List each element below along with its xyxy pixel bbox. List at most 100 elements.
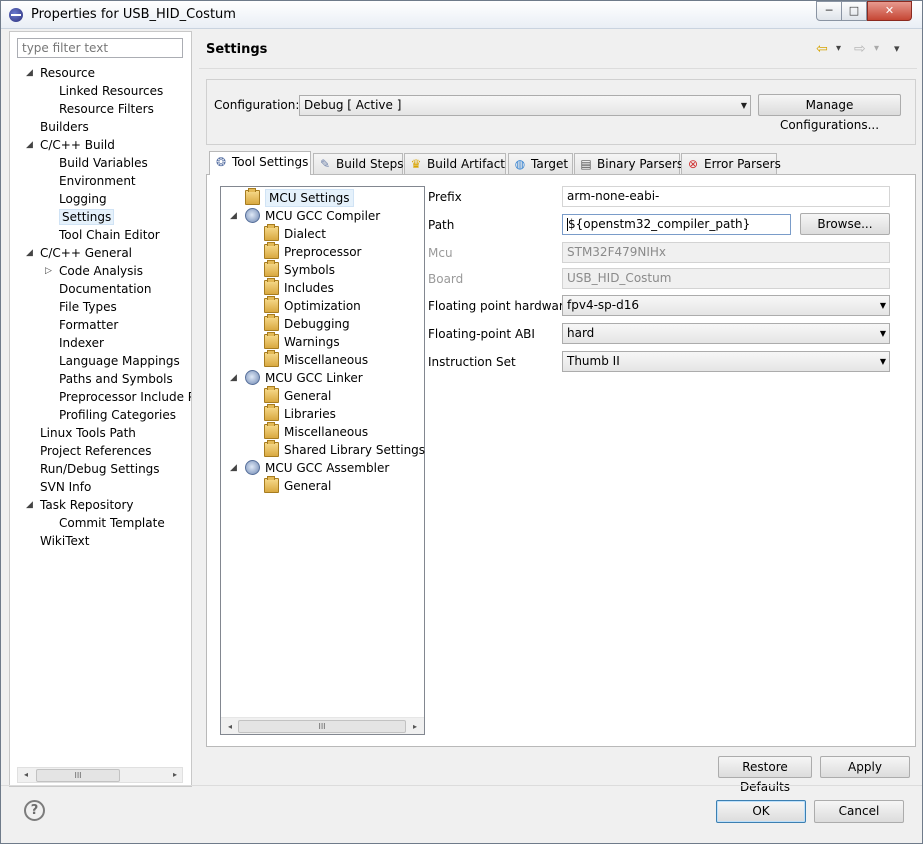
- nav-item[interactable]: Builders: [40, 118, 89, 136]
- nav-horizontal-scrollbar[interactable]: ◂ III ▸: [17, 767, 183, 783]
- tree-item[interactable]: Debugging: [221, 314, 421, 333]
- nav-item[interactable]: Preprocessor Include Pa: [59, 388, 191, 406]
- maximize-button[interactable]: □: [841, 1, 867, 21]
- tree-item-label: Debugging: [284, 317, 350, 331]
- manage-configurations-button[interactable]: Manage Configurations...: [758, 94, 901, 132]
- view-menu-icon[interactable]: ▾: [894, 41, 900, 57]
- ok-button[interactable]: OK: [716, 800, 806, 823]
- tree-item[interactable]: ◢ MCU GCC Linker: [221, 369, 421, 387]
- apply-button[interactable]: Apply: [820, 756, 910, 778]
- collapse-icon[interactable]: ◢: [230, 459, 240, 477]
- instruction-set-label: Instruction Set: [428, 355, 516, 369]
- expand-icon[interactable]: ▷: [45, 262, 55, 280]
- filter-input[interactable]: type filter text: [17, 38, 183, 58]
- forward-arrow-icon[interactable]: ⇨: [854, 41, 866, 57]
- tree-item[interactable]: General: [221, 386, 421, 405]
- nav-item-label: Builders: [40, 120, 89, 134]
- nav-item[interactable]: Profiling Categories: [59, 406, 176, 424]
- collapse-icon[interactable]: ◢: [26, 496, 36, 514]
- nav-item[interactable]: Project References: [40, 442, 152, 460]
- scroll-right-icon[interactable]: ▸: [408, 720, 422, 734]
- forward-menu-icon[interactable]: ▾: [874, 41, 879, 57]
- browse-button[interactable]: Browse...: [800, 213, 890, 235]
- back-arrow-icon[interactable]: ⇦: [816, 41, 828, 57]
- tree-item[interactable]: Miscellaneous: [221, 422, 421, 441]
- help-icon[interactable]: ?: [24, 800, 45, 821]
- tab-target[interactable]: ◍ Target: [508, 153, 573, 174]
- back-menu-icon[interactable]: ▾: [836, 41, 841, 57]
- nav-item[interactable]: Commit Template: [59, 514, 165, 532]
- nav-item[interactable]: Run/Debug Settings: [40, 460, 160, 478]
- tree-item[interactable]: Includes: [221, 278, 421, 297]
- nav-item[interactable]: Linked Resources: [59, 82, 163, 100]
- floating-point-abi-select[interactable]: hard ▼: [562, 323, 890, 344]
- tree-item[interactable]: Dialect: [221, 224, 421, 243]
- tree-item[interactable]: MCU Settings: [221, 188, 421, 207]
- minimize-button[interactable]: ─: [816, 1, 842, 21]
- collapse-icon[interactable]: ◢: [26, 244, 36, 262]
- nav-item[interactable]: Indexer: [59, 334, 104, 352]
- configuration-select[interactable]: Debug [ Active ] ▼: [299, 95, 751, 116]
- history-nav: ⇦ ▾ ⇨ ▾ ▾: [816, 41, 916, 59]
- nav-item-label: Resource Filters: [59, 102, 154, 116]
- nav-item[interactable]: Language Mappings: [59, 352, 180, 370]
- nav-item[interactable]: ◢ C/C++ Build: [26, 136, 115, 154]
- nav-item[interactable]: SVN Info: [40, 478, 91, 496]
- collapse-icon[interactable]: ◢: [26, 136, 36, 154]
- nav-item-label: SVN Info: [40, 480, 92, 494]
- title-bar[interactable]: Properties for USB_HID_Costum ─ □ ✕: [1, 1, 922, 29]
- nav-item[interactable]: Settings: [59, 208, 115, 226]
- nav-item[interactable]: ◢ C/C++ General: [26, 244, 132, 262]
- tree-item[interactable]: Optimization: [221, 296, 421, 315]
- floating-point-hardware-select[interactable]: fpv4-sp-d16 ▼: [562, 295, 890, 316]
- scroll-left-icon[interactable]: ◂: [223, 720, 237, 734]
- close-button[interactable]: ✕: [867, 1, 912, 21]
- collapse-icon[interactable]: ◢: [230, 369, 240, 387]
- nav-item[interactable]: Build Variables: [59, 154, 148, 172]
- path-field[interactable]: ${openstm32_compiler_path}: [562, 214, 791, 235]
- restore-defaults-button[interactable]: Restore Defaults: [718, 756, 812, 794]
- tree-item[interactable]: General: [221, 476, 421, 495]
- tree-item[interactable]: Preprocessor: [221, 242, 421, 261]
- tree-item[interactable]: ◢ MCU GCC Compiler: [221, 207, 421, 225]
- footer-separator: [1, 785, 922, 786]
- nav-item[interactable]: WikiText: [40, 532, 90, 550]
- scroll-thumb[interactable]: III: [36, 769, 120, 782]
- prefix-field[interactable]: arm-none-eabi-: [562, 186, 890, 207]
- folder-icon: [264, 242, 279, 259]
- scroll-thumb[interactable]: III: [238, 720, 406, 733]
- tree-item[interactable]: Libraries: [221, 404, 421, 423]
- nav-item[interactable]: File Types: [59, 298, 117, 316]
- tree-horizontal-scrollbar[interactable]: ◂ III ▸: [221, 717, 424, 734]
- nav-item[interactable]: Formatter: [59, 316, 118, 334]
- tree-item[interactable]: Warnings: [221, 332, 421, 351]
- nav-item[interactable]: Linux Tools Path: [40, 424, 136, 442]
- scroll-left-icon[interactable]: ◂: [19, 768, 33, 782]
- tab-tool-settings[interactable]: ❂ Tool Settings: [209, 151, 311, 175]
- nav-item-label: Linux Tools Path: [40, 426, 136, 440]
- cancel-button[interactable]: Cancel: [814, 800, 904, 823]
- nav-item[interactable]: ◢ Resource: [26, 64, 95, 82]
- nav-item[interactable]: Documentation: [59, 280, 152, 298]
- nav-item[interactable]: ▷ Code Analysis: [45, 262, 143, 280]
- nav-item[interactable]: ◢ Task Repository: [26, 496, 134, 514]
- tree-item[interactable]: Symbols: [221, 260, 421, 279]
- collapse-icon[interactable]: ◢: [230, 207, 240, 225]
- tab-build-steps[interactable]: ✎ Build Steps: [313, 153, 404, 174]
- chevron-down-icon: ▼: [740, 101, 747, 110]
- tab-binary-parsers[interactable]: ▤ Binary Parsers: [574, 153, 683, 174]
- tree-item[interactable]: Miscellaneous: [221, 350, 421, 369]
- tab-build-artifact[interactable]: ♛ Build Artifact: [404, 153, 506, 174]
- tab-error-parsers[interactable]: ⊗ Error Parsers: [681, 153, 781, 174]
- tree-item-label: MCU GCC Assembler: [265, 461, 390, 475]
- collapse-icon[interactable]: ◢: [26, 64, 36, 82]
- nav-item[interactable]: Paths and Symbols: [59, 370, 173, 388]
- tree-item[interactable]: Shared Library Settings: [221, 440, 425, 459]
- instruction-set-select[interactable]: Thumb II ▼: [562, 351, 890, 372]
- tree-item[interactable]: ◢ MCU GCC Assembler: [221, 459, 421, 477]
- nav-item[interactable]: Environment: [59, 172, 136, 190]
- nav-item[interactable]: Resource Filters: [59, 100, 154, 118]
- scroll-right-icon[interactable]: ▸: [168, 768, 182, 782]
- nav-item[interactable]: Logging: [59, 190, 107, 208]
- nav-item[interactable]: Tool Chain Editor: [59, 226, 160, 244]
